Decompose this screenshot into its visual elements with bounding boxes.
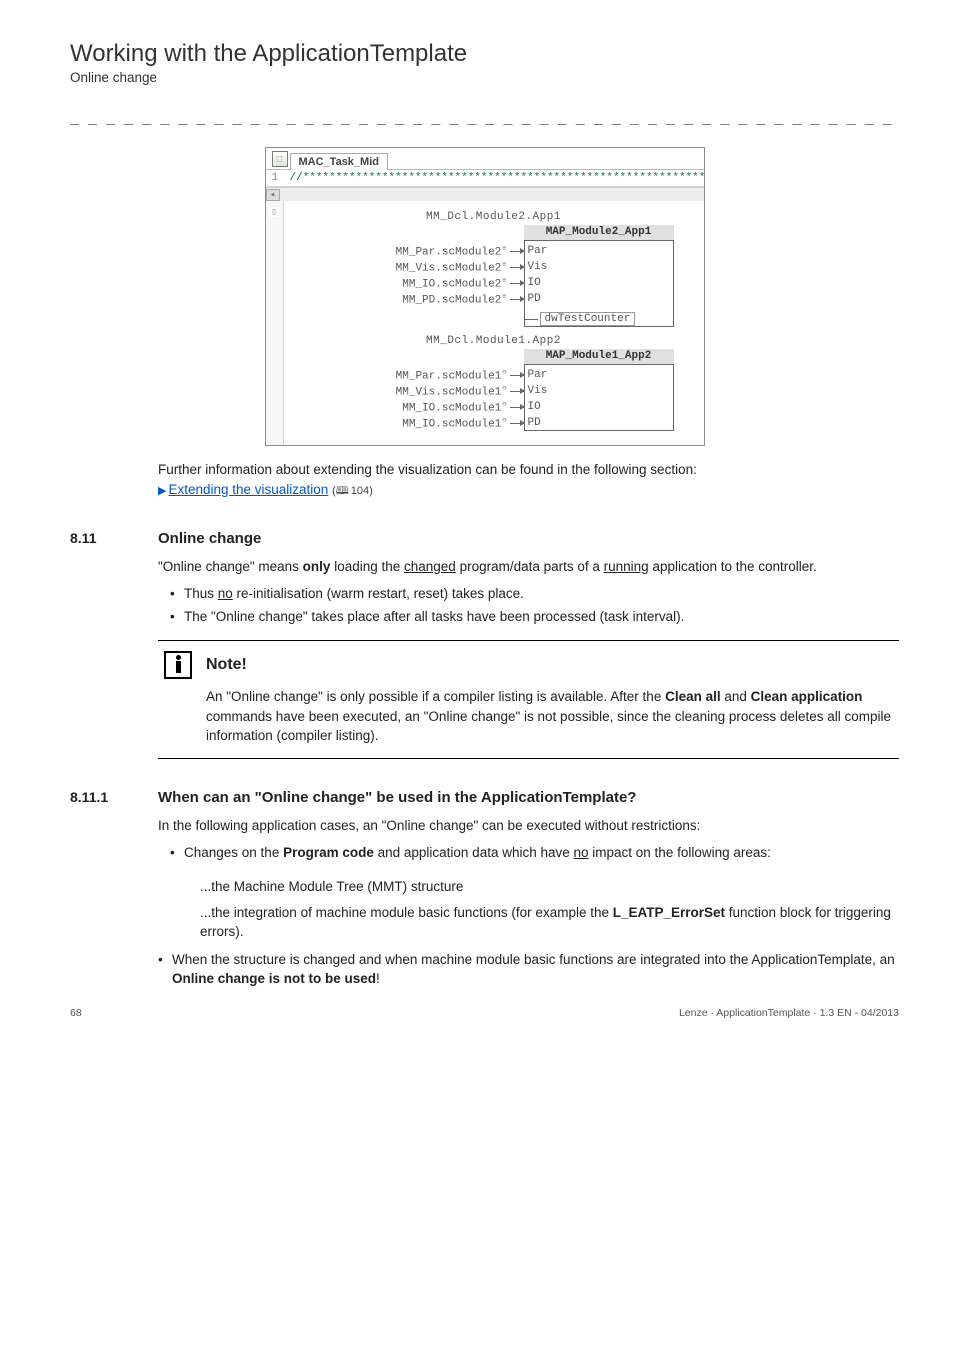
paragraph: Further information about extending the … [158,460,899,500]
link-arrow-icon: ▶ [158,485,166,497]
fbd-block: MM_Dcl.Module1.App2 MAP_Module1_App2 MM_… [290,335,698,431]
list-item: Thus no re-initialisation (warm restart,… [170,584,899,604]
page-reference: (104) [332,485,373,497]
gutter [266,201,284,445]
page-number: 68 [70,1007,82,1019]
code-diagram: ⬚ MAC_Task_Mid 1 //*********************… [265,147,705,446]
scroll-left-button[interactable]: ◂ [266,189,280,201]
diagram-body: MM_Dcl.Module2.App1 MAP_Module2_App1 MM_… [266,201,704,445]
comment-text: //**************************************… [290,172,704,184]
tab-bar: ⬚ MAC_Task_Mid [266,148,704,170]
signal-label: MM_IO.scModule1⊖ [314,400,510,415]
section-number: 8.11.1 [70,789,158,805]
signal-label: MM_Par.scModule2⊖ [314,244,510,259]
signal-label: MM_IO.scModule1⊖ [314,416,510,431]
page-footer: 68 Lenze · ApplicationTemplate · 1.3 EN … [70,1007,899,1019]
editor-tab[interactable]: MAC_Task_Mid [290,153,388,170]
block-type-label: MAP_Module2_App1 [524,225,674,241]
horizontal-scrollbar[interactable]: ◂ [266,187,704,201]
paragraph: "Online change" means only loading the c… [158,557,899,577]
block-instance-label: MM_Dcl.Module1.App2 [290,335,698,347]
section-title: Online change [158,530,261,547]
fold-marker[interactable] [269,207,279,217]
code-comment-row: 1 //************************************… [266,170,704,187]
info-icon [164,651,192,679]
signal-label: MM_Par.scModule1⊖ [314,368,510,383]
list-item: When the structure is changed and when m… [158,950,899,989]
note-box: Note! An "Online change" is only possibl… [158,640,899,759]
bullet-list: When the structure is changed and when m… [158,950,899,989]
doc-id: Lenze · ApplicationTemplate · 1.3 EN - 0… [679,1007,899,1019]
list-item: The "Online change" takes place after al… [170,607,899,627]
fbd-block: MM_Dcl.Module2.App1 MAP_Module2_App1 MM_… [290,211,698,327]
separator-line: _ _ _ _ _ _ _ _ _ _ _ _ _ _ _ _ _ _ _ _ … [70,107,899,125]
list-item: Changes on the Program code and applicat… [170,843,899,863]
signal-label: MM_Vis.scModule2⊖ [314,260,510,275]
block-type-label: MAP_Module1_App2 [524,349,674,365]
signal-label: MM_Vis.scModule1⊖ [314,384,510,399]
page-subtitle: Online change [70,70,899,85]
file-icon: ⬚ [272,151,288,167]
bullet-list: Changes on the Program code and applicat… [170,843,899,863]
section-heading: 8.11 Online change [70,530,899,547]
sub-paragraph: ...the Machine Module Tree (MMT) structu… [200,877,899,897]
bullet-list: Thus no re-initialisation (warm restart,… [170,584,899,626]
link-extending-visualization[interactable]: Extending the visualization [168,482,328,497]
signal-label: MM_IO.scModule2⊖ [314,276,510,291]
block-instance-label: MM_Dcl.Module2.App1 [290,211,698,223]
note-title: Note! [206,656,247,674]
signal-label: MM_PD.scModule2⊖ [314,292,510,307]
section-title: When can an "Online change" be used in t… [158,789,636,806]
line-number: 1 [272,172,279,184]
paragraph: In the following application cases, an "… [158,816,899,836]
sub-paragraph: ...the integration of machine module bas… [200,903,899,942]
section-heading: 8.11.1 When can an "Online change" be us… [70,789,899,806]
note-body: An "Online change" is only possible if a… [206,687,893,746]
page-title: Working with the ApplicationTemplate [70,40,899,68]
section-number: 8.11 [70,530,158,546]
